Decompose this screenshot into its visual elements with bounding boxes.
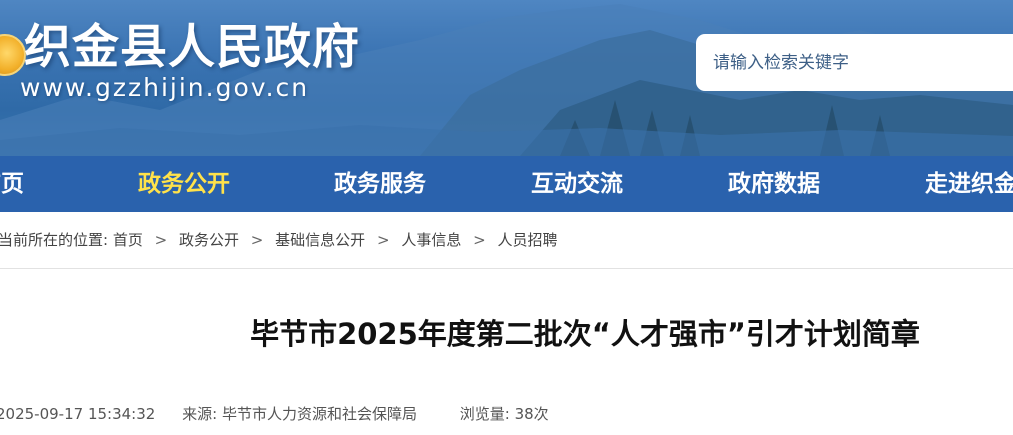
site-url: www.gzzhijin.gov.cn bbox=[20, 73, 310, 102]
search-box bbox=[696, 34, 1013, 91]
breadcrumb-separator: > bbox=[250, 231, 264, 249]
breadcrumb-separator: > bbox=[154, 231, 168, 249]
article-title: 毕节市2025年度第二批次“人才强市”引才计划简章 bbox=[250, 317, 920, 351]
nav-item-government-services[interactable]: 政务服务 bbox=[334, 156, 426, 212]
breadcrumb-home[interactable]: 首页 bbox=[113, 231, 143, 249]
nav-item-interaction[interactable]: 互动交流 bbox=[531, 156, 623, 212]
nav-item-government-data[interactable]: 政府数据 bbox=[728, 156, 820, 212]
divider bbox=[0, 268, 1013, 269]
nav-item-government-affairs[interactable]: 政务公开 bbox=[138, 156, 230, 212]
source-name: 毕节市人力资源和社会保障局 bbox=[221, 405, 417, 423]
article-meta: 2025-09-17 15:34:32 来源: 毕节市人力资源和社会保障局 浏览… bbox=[0, 400, 549, 428]
site-header: 织金县人民政府 www.gzzhijin.gov.cn bbox=[0, 0, 1013, 156]
nav-item-about-zhijin[interactable]: 走进织金 bbox=[925, 156, 1013, 212]
breadcrumb-government-affairs[interactable]: 政务公开 bbox=[179, 231, 239, 249]
search-input[interactable] bbox=[696, 34, 1013, 91]
source-label: 来源: bbox=[182, 405, 218, 423]
breadcrumb-separator: > bbox=[473, 231, 486, 249]
breadcrumb-prefix: 当前所在的位置: bbox=[0, 231, 109, 249]
breadcrumb-basic-info[interactable]: 基础信息公开 bbox=[275, 231, 365, 249]
breadcrumb: 当前所在的位置: 首页 > 政务公开 > 基础信息公开 > 人事信息 > 人员招… bbox=[0, 226, 557, 254]
breadcrumb-recruitment[interactable]: 人员招聘 bbox=[497, 231, 557, 249]
main-nav: 首页 政务公开 政务服务 互动交流 政府数据 走进织金 bbox=[0, 156, 1013, 212]
nav-item-home[interactable]: 首页 bbox=[0, 156, 24, 212]
publish-date: 2025-09-17 15:34:32 bbox=[0, 405, 156, 423]
breadcrumb-separator: > bbox=[376, 231, 390, 249]
views-label: 浏览量: bbox=[459, 405, 510, 423]
views-count: 38次 bbox=[514, 405, 549, 423]
breadcrumb-personnel-info[interactable]: 人事信息 bbox=[401, 231, 461, 249]
